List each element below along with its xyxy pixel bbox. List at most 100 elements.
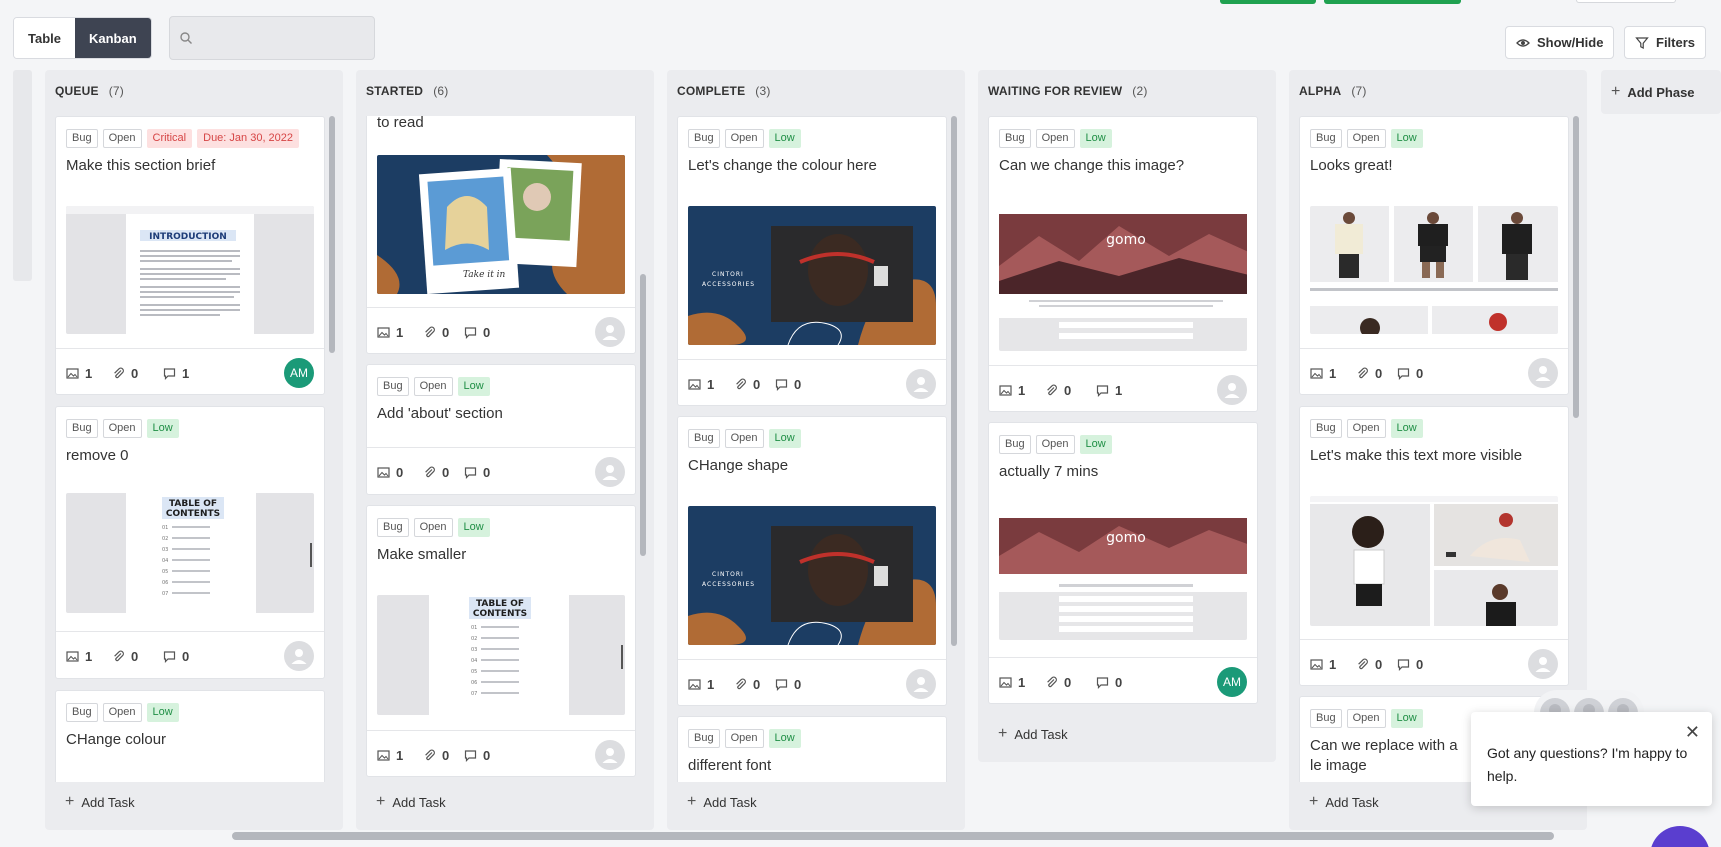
- svg-text:01: 01: [471, 625, 477, 631]
- card-tags: Bug Open Low: [999, 129, 1112, 148]
- filters-label: Filters: [1656, 35, 1696, 50]
- add-task-button[interactable]: + Add Task: [65, 794, 135, 810]
- images-count: 1: [377, 748, 403, 763]
- chat-popup[interactable]: ✕ Got any questions? I'm happy to help.: [1471, 712, 1712, 806]
- close-icon[interactable]: ✕: [1685, 722, 1700, 743]
- paperclip-icon: [425, 749, 435, 761]
- unassigned-avatar[interactable]: [1528, 649, 1558, 679]
- card-thumbnail[interactable]: gomo: [999, 512, 1247, 640]
- type-tag: Bug: [688, 729, 720, 748]
- images-count: 1: [999, 383, 1025, 398]
- card-tags: Bug Open Low: [999, 435, 1112, 454]
- card-thumbnail[interactable]: Take it in: [377, 155, 625, 294]
- task-card[interactable]: Bug Open Low CHange colour: [55, 690, 325, 782]
- unassigned-avatar[interactable]: [595, 740, 625, 770]
- task-card[interactable]: Bug Open Low Add 'about' section 0 0 0: [366, 364, 636, 495]
- card-title: Can we change this image?: [999, 157, 1185, 174]
- user-icon: [913, 677, 929, 692]
- comment-icon: [775, 379, 788, 391]
- attachments-count: 0: [1045, 383, 1071, 398]
- type-tag: Bug: [1310, 419, 1342, 438]
- assignee-avatar[interactable]: AM: [284, 358, 314, 388]
- task-card[interactable]: Bug Open Low Let's make this text more v…: [1299, 406, 1569, 686]
- column-scrollbar[interactable]: [1573, 116, 1579, 418]
- card-tags: Bug Open Low: [688, 129, 801, 148]
- column-scrollbar[interactable]: [640, 274, 646, 556]
- task-card[interactable]: Bug Open Critical Due: Jan 30, 2022 Make…: [55, 116, 325, 395]
- attachments-count: 0: [423, 748, 449, 763]
- column-queue: QUEUE (7) Bug Open Critical Due: Jan 30, …: [45, 70, 343, 830]
- card-thumbnail[interactable]: TABLE OF CONTENTS 01 02 03 04 05 06 07: [66, 493, 314, 613]
- card-tags: Bug Open Low: [1310, 419, 1423, 438]
- status-tag: Open: [724, 129, 764, 148]
- unassigned-avatar[interactable]: [1528, 358, 1558, 388]
- priority-tag: Critical: [146, 129, 193, 148]
- column-header: COMPLETE (3): [677, 84, 771, 98]
- svg-text:ACCESSORIES: ACCESSORIES: [702, 581, 755, 588]
- show-hide-button[interactable]: Show/Hide: [1505, 26, 1615, 59]
- add-task-button[interactable]: + Add Task: [1309, 794, 1379, 810]
- card-thumbnail[interactable]: [1310, 496, 1558, 626]
- task-card[interactable]: Bug Open Low CHange shape CINTORI ACCESS…: [677, 416, 947, 706]
- kanban-view-button[interactable]: Kanban: [75, 18, 151, 58]
- svg-text:03: 03: [162, 547, 168, 553]
- unassigned-avatar[interactable]: [906, 369, 936, 399]
- show-hide-label: Show/Hide: [1537, 35, 1604, 50]
- unassigned-avatar[interactable]: [1217, 375, 1247, 405]
- card-thumbnail[interactable]: gomo: [999, 206, 1247, 351]
- card-thumbnail[interactable]: CINTORI ACCESSORIES: [688, 206, 936, 345]
- primary-action-button[interactable]: [1220, 0, 1316, 4]
- collapsed-column[interactable]: [13, 70, 32, 281]
- svg-text:CINTORI: CINTORI: [712, 571, 744, 578]
- paperclip-icon: [736, 378, 746, 390]
- paperclip-icon: [1047, 676, 1057, 688]
- status-tag: Open: [1035, 129, 1075, 148]
- unassigned-avatar[interactable]: [595, 457, 625, 487]
- chat-launcher-button[interactable]: [1650, 826, 1710, 847]
- add-task-button[interactable]: + Add Task: [998, 726, 1068, 742]
- unassigned-avatar[interactable]: [906, 669, 936, 699]
- column-scrollbar[interactable]: [329, 116, 335, 353]
- task-card[interactable]: Bug Open Low Let's change the colour her…: [677, 116, 947, 406]
- priority-tag: Low: [768, 429, 801, 448]
- secondary-action-button[interactable]: [1324, 0, 1461, 4]
- task-card[interactable]: Bug Open Low different font: [677, 716, 947, 782]
- column-scrollbar[interactable]: [951, 116, 957, 646]
- comments-count: 0: [1397, 366, 1423, 381]
- images-count: 0: [377, 465, 403, 480]
- unassigned-avatar[interactable]: [595, 317, 625, 347]
- filters-button[interactable]: Filters: [1624, 26, 1707, 59]
- task-card[interactable]: Bug Open Low actually 7 mins gomo 1 0 0 …: [988, 422, 1258, 704]
- card-title: Make this section brief: [66, 157, 216, 174]
- card-thumbnail[interactable]: TABLE OF CONTENTS 01 02 03 04 05 06 07: [377, 595, 625, 715]
- add-task-button[interactable]: + Add Task: [376, 794, 446, 810]
- horizontal-scrollbar[interactable]: [232, 832, 1554, 840]
- add-task-button[interactable]: + Add Task: [687, 794, 757, 810]
- paperclip-icon: [114, 650, 124, 662]
- unassigned-avatar[interactable]: [284, 641, 314, 671]
- apparel-models-thumbnail: [1310, 496, 1558, 626]
- add-phase-button[interactable]: + Add Phase: [1601, 70, 1721, 114]
- task-card[interactable]: Bug Open Low Make smaller TABLE OF CONTE…: [366, 505, 636, 777]
- task-card[interactable]: to read Take it in 1 0 0: [366, 116, 636, 354]
- priority-tag: Low: [1079, 435, 1112, 454]
- task-card[interactable]: Bug Open Low Looks great! 1 0 0: [1299, 116, 1569, 395]
- attachments-count: 0: [734, 377, 760, 392]
- search-input[interactable]: [169, 16, 375, 60]
- card-title: Make smaller: [377, 546, 467, 563]
- image-icon: [377, 750, 390, 761]
- assignee-avatar[interactable]: AM: [1217, 667, 1247, 697]
- comment-icon: [1096, 677, 1109, 689]
- card-thumbnail[interactable]: [1310, 206, 1558, 334]
- card-thumbnail[interactable]: CINTORI ACCESSORIES: [688, 506, 936, 645]
- type-tag: Bug: [66, 419, 98, 438]
- priority-tag: Low: [1390, 419, 1423, 438]
- images-count: 1: [66, 649, 92, 664]
- overflow-action-button[interactable]: [1576, 0, 1676, 3]
- task-card[interactable]: Bug Open Low Can we change this image? g…: [988, 116, 1258, 412]
- card-footer: 0 0 0: [367, 447, 635, 494]
- task-card[interactable]: Bug Open Low remove 0 TABLE OF CONTENTS …: [55, 406, 325, 679]
- card-thumbnail[interactable]: INTRODUCTION: [66, 206, 314, 334]
- priority-tag: Low: [768, 729, 801, 748]
- table-view-button[interactable]: Table: [14, 18, 75, 58]
